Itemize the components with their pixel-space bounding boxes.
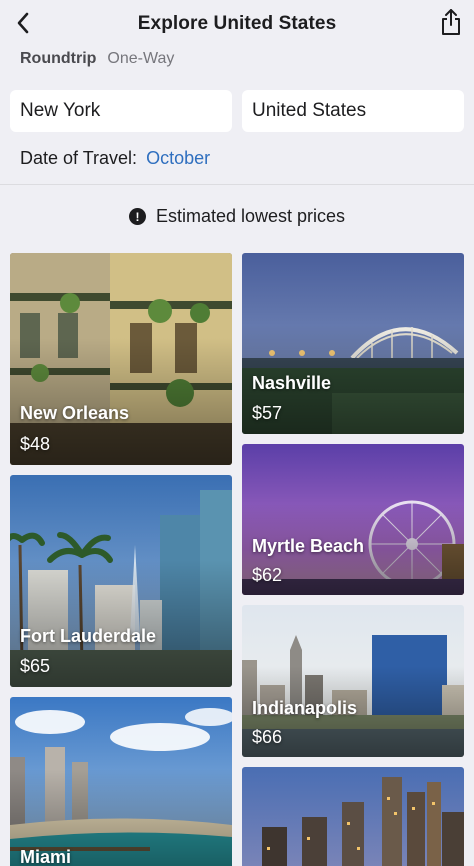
top-bar: Explore United States: [0, 0, 474, 48]
back-button[interactable]: [8, 6, 38, 40]
travel-date-row: Date of Travel: October: [20, 148, 210, 169]
destination-price: $66: [252, 727, 283, 747]
destination-city: Myrtle Beach: [252, 536, 365, 556]
origin-field[interactable]: New York: [10, 90, 232, 132]
destination-card-fort-lauderdale[interactable]: Fort Lauderdale $65: [10, 475, 232, 687]
destination-card-partial[interactable]: [242, 767, 464, 866]
destination-city: Fort Lauderdale: [20, 626, 157, 646]
one-way-option[interactable]: One-Way: [107, 50, 174, 68]
city-skyline-photo: [242, 767, 464, 866]
destination-card-miami[interactable]: Miami: [10, 697, 232, 866]
destination-field[interactable]: United States: [242, 90, 464, 132]
destination-city: Indianapolis: [252, 698, 358, 718]
destination-card-myrtle-beach[interactable]: Myrtle Beach $62: [242, 444, 464, 595]
destination-price: $48: [20, 434, 51, 454]
destination-price: $57: [252, 403, 283, 423]
divider: [0, 184, 474, 185]
page-title: Explore United States: [137, 13, 337, 34]
destination-city: Miami: [20, 847, 72, 866]
price-notice: ! Estimated lowest prices: [0, 206, 474, 227]
share-icon: [442, 9, 460, 35]
share-button[interactable]: [436, 4, 466, 40]
travel-date-value[interactable]: October: [146, 148, 210, 169]
chevron-left-icon: [17, 12, 29, 34]
destination-price: $65: [20, 656, 51, 676]
destination-price: $62: [252, 565, 283, 585]
trip-type-toggle: Roundtrip One-Way: [20, 50, 174, 68]
destination-card-indianapolis[interactable]: Indianapolis $66: [242, 605, 464, 757]
roundtrip-option[interactable]: Roundtrip: [20, 50, 96, 68]
price-notice-text: Estimated lowest prices: [155, 206, 346, 226]
destination-card-nashville[interactable]: Nashville $57: [242, 253, 464, 434]
destination-city: Nashville: [252, 373, 332, 393]
destination-card-new-orleans[interactable]: New Orleans $48: [10, 253, 232, 465]
exclamation-circle-icon: !: [128, 208, 146, 225]
destination-city: New Orleans: [20, 403, 130, 423]
travel-date-label: Date of Travel:: [20, 148, 138, 168]
